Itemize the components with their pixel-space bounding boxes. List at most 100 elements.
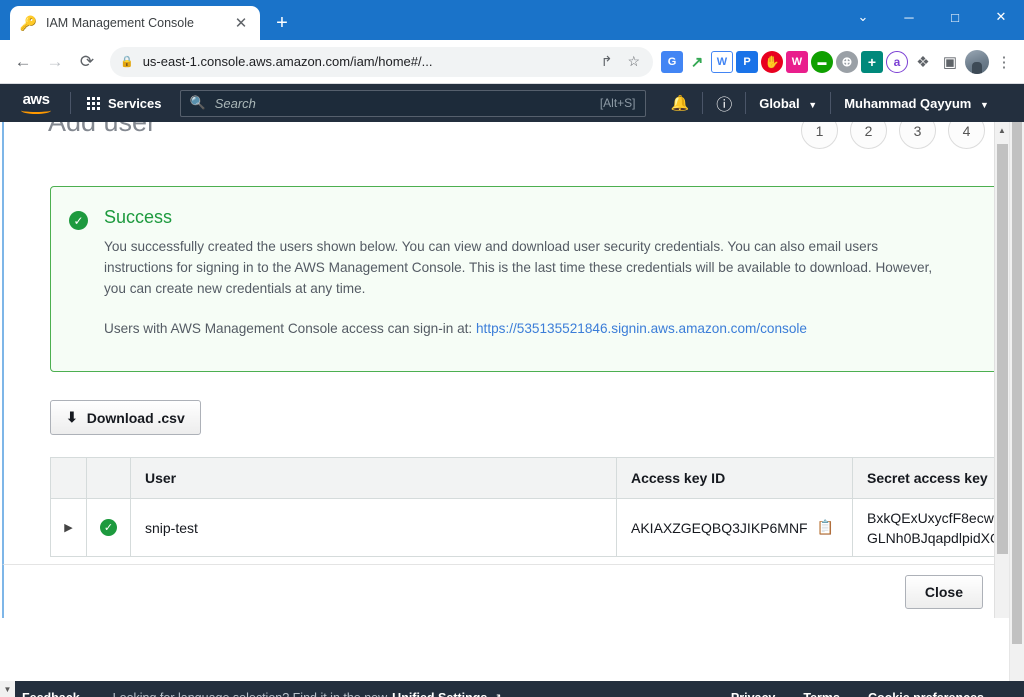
- puzzle-extensions-icon[interactable]: ❖: [911, 50, 935, 74]
- browser-tab[interactable]: 🔑 IAM Management Console ✕: [10, 6, 260, 40]
- access-key-id-value: AKIAXZGEQBQ3JIKP6MNF: [631, 519, 808, 536]
- cookie-preferences-link[interactable]: Cookie preferences: [868, 691, 984, 697]
- page-title: Add user: [48, 122, 157, 137]
- success-line-2: instructions for signing in to the AWS M…: [104, 260, 933, 276]
- signin-row: Users with AWS Management Console access…: [104, 321, 932, 336]
- grid-icon: [87, 96, 100, 110]
- browser-toolbar: ← → ⟳ 🔒 us-east-1.console.aws.amazon.com…: [0, 40, 1024, 84]
- content-scrollbar-thumb[interactable]: [997, 144, 1008, 554]
- language-note-text: Looking for language selection? Find it …: [113, 691, 388, 697]
- profile-avatar[interactable]: [965, 49, 989, 74]
- plus-teal-extension-icon[interactable]: +: [861, 50, 883, 73]
- row-expand-toggle[interactable]: ▶: [51, 499, 87, 556]
- reload-icon[interactable]: ⟳: [72, 47, 102, 77]
- a-circle-extension-icon[interactable]: a: [886, 50, 908, 73]
- terms-link[interactable]: Terms: [803, 691, 840, 697]
- window-minimize-button[interactable]: ─: [886, 0, 932, 34]
- success-line-1: You successfully created the users shown…: [104, 239, 879, 254]
- aws-logo[interactable]: aws: [14, 92, 58, 114]
- row-user: snip-test: [131, 499, 617, 556]
- search-input[interactable]: 🔍 Search [Alt+S]: [179, 89, 646, 117]
- nav-divider-2: [702, 92, 704, 114]
- success-title: Success: [104, 207, 173, 227]
- page-header: Add user 1 2 3 4: [4, 122, 1009, 176]
- privacy-link[interactable]: Privacy: [731, 691, 775, 697]
- aws-smile-icon: [21, 107, 51, 114]
- window-chevron-button[interactable]: ⌄: [840, 0, 886, 34]
- nav-divider: [70, 92, 71, 114]
- wikipedia-w-extension-icon[interactable]: W: [711, 50, 733, 73]
- download-icon: ⬇: [66, 409, 78, 425]
- row-access-key-id: AKIAXZGEQBQ3JIKP6MNF 📋: [617, 499, 853, 556]
- forward-icon[interactable]: →: [40, 47, 70, 77]
- adblock-extension-icon[interactable]: ✋: [761, 50, 783, 73]
- region-label: Global: [759, 95, 800, 111]
- signin-prefix: Users with AWS Management Console access…: [104, 321, 473, 337]
- green-arrow-extension-icon[interactable]: ↗: [686, 50, 708, 73]
- unified-settings-link[interactable]: Unified Settings: [392, 691, 487, 697]
- page-scrollbar[interactable]: [1009, 122, 1024, 681]
- side-panel-icon[interactable]: ▣: [938, 50, 962, 74]
- globe-extension-icon[interactable]: ⊕: [836, 50, 858, 73]
- page-scroll-down-arrow-icon[interactable]: ▼: [0, 681, 15, 697]
- step-2[interactable]: 2: [850, 122, 887, 149]
- download-csv-label: Download .csv: [86, 409, 185, 426]
- bookmark-star-icon[interactable]: ☆: [624, 53, 643, 70]
- header-secret-access-key: Secret access key: [853, 458, 1009, 498]
- search-placeholder: Search: [214, 95, 256, 111]
- tab-close-icon[interactable]: ✕: [232, 14, 250, 32]
- chevron-down-icon-account: ▼: [979, 99, 989, 110]
- address-bar[interactable]: 🔒 us-east-1.console.aws.amazon.com/iam/h…: [110, 46, 653, 77]
- secret-line-1: BxkQExUxycfF8ecwP.: [867, 509, 1006, 526]
- row-status: ✓: [87, 499, 131, 556]
- secret-value-wrap: BxkQExUxycfF8ecwP. GLNh0BJqapdlpidXO(: [867, 508, 1006, 548]
- content-scrollbar[interactable]: ▲: [994, 122, 1009, 618]
- help-icon[interactable]: ⓘ: [705, 87, 743, 119]
- close-button[interactable]: Close: [904, 574, 983, 609]
- success-alert: ✓ Success You successfully created the u…: [50, 186, 1009, 372]
- window-close-button[interactable]: ✕: [978, 0, 1024, 34]
- step-indicator: 1 2 3 4: [801, 122, 985, 149]
- header-access-key-id: Access key ID: [617, 458, 853, 498]
- back-icon[interactable]: ←: [8, 47, 38, 77]
- success-line-3: you can create new credentials at any ti…: [104, 281, 366, 297]
- credentials-table: User Access key ID Secret access key ▶ ✓…: [50, 457, 1009, 557]
- region-selector[interactable]: Global ▼: [748, 92, 828, 115]
- row-check-icon: ✓: [100, 519, 117, 536]
- address-bar-url: us-east-1.console.aws.amazon.com/iam/hom…: [142, 54, 433, 69]
- evernote-extension-icon[interactable]: ▬: [811, 50, 833, 73]
- services-menu-button[interactable]: Services: [83, 91, 166, 116]
- page-scrollbar-thumb[interactable]: [1012, 122, 1022, 644]
- page-body: Add user 1 2 3 4 ✓ Success You successfu…: [0, 122, 1024, 681]
- footer-top-row: Feedback Looking for language selection?…: [0, 681, 1024, 697]
- lock-icon: 🔒: [120, 56, 134, 68]
- chevron-right-icon: ▶: [64, 522, 73, 534]
- tab-title: IAM Management Console: [46, 16, 194, 30]
- account-menu[interactable]: Muhammad Qayyum ▼: [833, 92, 1000, 115]
- share-icon[interactable]: ↱: [598, 53, 616, 70]
- step-4[interactable]: 4: [948, 122, 985, 149]
- copy-icon[interactable]: 📋: [817, 519, 834, 536]
- key-icon: 🔑: [19, 14, 38, 31]
- signin-url-link[interactable]: https://535135521846.signin.aws.amazon.c…: [476, 321, 807, 336]
- new-tab-button[interactable]: +: [268, 9, 296, 37]
- download-csv-button[interactable]: ⬇ Download .csv: [50, 400, 201, 435]
- step-3[interactable]: 3: [899, 122, 936, 149]
- secret-line-2: GLNh0BJqapdlpidXO(: [867, 529, 1006, 546]
- page-footer: Feedback Looking for language selection?…: [0, 681, 1024, 697]
- p-blue-extension-icon[interactable]: P: [736, 50, 758, 73]
- browser-tab-strip: 🔑 IAM Management Console ✕ + ⌄ ─ □ ✕: [0, 0, 1024, 40]
- google-translate-extension-icon[interactable]: G: [661, 50, 683, 73]
- notifications-bell-icon[interactable]: 🔔: [660, 90, 701, 116]
- table-header-row: User Access key ID Secret access key: [51, 458, 1009, 499]
- step-1[interactable]: 1: [801, 122, 838, 149]
- header-user: User: [131, 458, 617, 498]
- nav-divider-4: [830, 92, 832, 114]
- window-maximize-button[interactable]: □: [932, 0, 978, 34]
- feedback-link[interactable]: Feedback: [22, 691, 80, 697]
- check-circle-icon: ✓: [69, 211, 88, 230]
- w-pink-extension-icon[interactable]: W: [786, 50, 808, 73]
- scroll-up-arrow-icon[interactable]: ▲: [995, 122, 1009, 138]
- account-label: Muhammad Qayyum: [844, 95, 972, 111]
- browser-menu-icon[interactable]: ⋮: [992, 50, 1016, 74]
